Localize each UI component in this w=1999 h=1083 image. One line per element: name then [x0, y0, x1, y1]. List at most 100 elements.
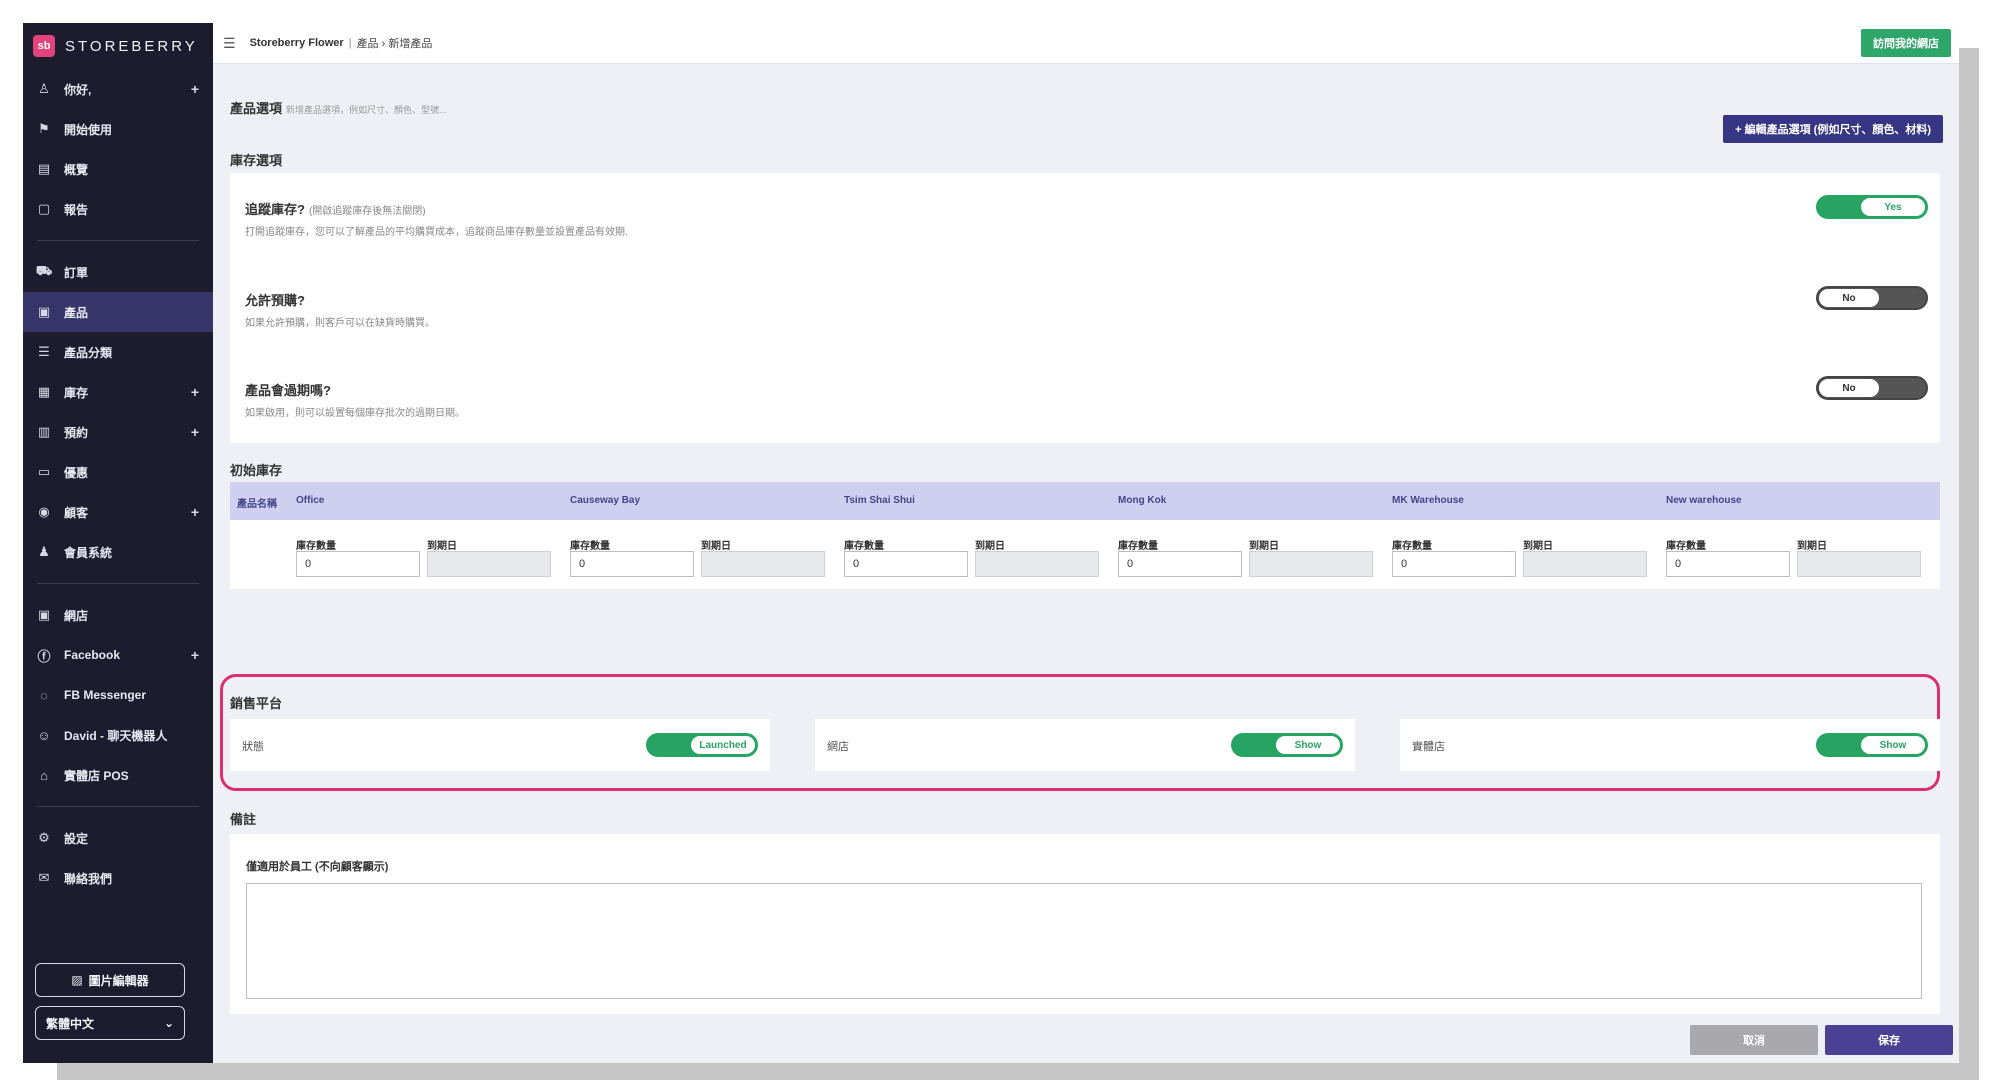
sidebar-item-pos[interactable]: ⌂ 實體店 POS — [23, 755, 213, 795]
image-editor-button[interactable]: ▨ 圖片編輯器 — [35, 963, 185, 997]
expiry-toggle[interactable]: No — [1816, 376, 1928, 400]
user-icon: ♙ — [38, 81, 50, 96]
platform-retail-store-toggle[interactable]: Show — [1816, 733, 1928, 757]
breadcrumb-separator: | — [348, 37, 352, 49]
stock-qty-input[interactable]: 0 — [1118, 551, 1242, 577]
cancel-button[interactable]: 取消 — [1690, 1025, 1818, 1055]
visit-store-button[interactable]: 訪問我的網店 — [1861, 29, 1951, 57]
sidebar-item-user[interactable]: ♙ 你好, + — [23, 69, 213, 109]
stock-qty-label: 庫存數量 — [1392, 541, 1432, 552]
sidebar-item-cart[interactable]: ⛟ 訂單 — [23, 252, 213, 292]
expiry-date-input[interactable] — [975, 551, 1099, 577]
stock-qty-label: 庫存數量 — [296, 541, 336, 552]
calendar-icon: ▥ — [37, 424, 51, 439]
stock-qty-input[interactable]: 0 — [570, 551, 694, 577]
sidebar-item-category[interactable]: ☰ 產品分類 — [23, 332, 213, 372]
preorder-title: 允許預購? — [245, 290, 305, 309]
sidebar-item-settings[interactable]: ⚙ 設定 — [23, 818, 213, 858]
sidebar-item-inventory[interactable]: ▦ 庫存 + — [23, 372, 213, 412]
image-icon: ▨ — [71, 973, 83, 987]
stock-table-header: 產品名稱 Office Causeway Bay Tsim Shai Shui Mon… — [230, 482, 1940, 520]
edit-product-options-button[interactable]: + 編輯產品選項 (例如尺寸、顏色、材料) — [1723, 115, 1943, 143]
product-options-title: 產品選項 新增產品選項，例如尺寸、顏色、型號... — [230, 98, 447, 117]
sidebar-item-label: 概覽 — [64, 162, 89, 177]
notes-title: 備註 — [230, 812, 257, 827]
platform-retail-store-label: 實體店 — [1412, 741, 1445, 753]
stock-qty-input[interactable]: 0 — [844, 551, 968, 577]
save-button[interactable]: 保存 — [1825, 1025, 1953, 1055]
sidebar-nav: ♙ 你好, + ⚑ 開始使用 ▤ 概覽 ▢ 報告 ⛟ 訂單 ▣ 產品 ☰ 產品分類 ▦ 庫存 + ▥ 預約 + ▭ 優惠 ◉ 顧… — [23, 69, 213, 898]
product-options-subtitle: 新增產品選項，例如尺寸、顏色、型號... — [286, 105, 447, 115]
sidebar-item-label: David - 聊天機器人 — [64, 728, 168, 743]
sidebar-item-label: 預約 — [64, 425, 89, 440]
report-icon: ▢ — [37, 201, 51, 216]
sidebar-item-label: 訂單 — [64, 265, 89, 280]
sidebar-item-label: Facebook — [64, 648, 121, 662]
expiry-desc: 如果啟用，則可以設置每個庫存批次的過期日期。 — [245, 408, 465, 419]
stock-qty-label: 庫存數量 — [844, 541, 884, 552]
expand-plus-icon[interactable]: + — [191, 384, 199, 400]
expand-plus-icon[interactable]: + — [191, 424, 199, 440]
sidebar-item-report[interactable]: ▢ 報告 — [23, 189, 213, 229]
expiry-date-input[interactable] — [1523, 551, 1647, 577]
member-icon: ♟ — [38, 544, 50, 559]
sidebar-item-contact[interactable]: ✉ 聯絡我們 — [23, 858, 213, 898]
sidebar-item-label: 你好, — [64, 82, 92, 97]
customer-icon: ◉ — [38, 504, 50, 519]
notes-textarea[interactable] — [246, 883, 1922, 999]
platform-status-toggle[interactable]: Launched — [646, 733, 758, 757]
expand-plus-icon[interactable]: + — [191, 81, 199, 97]
sidebar-item-coupon[interactable]: ▭ 優惠 — [23, 452, 213, 492]
platform-online-shop-toggle[interactable]: Show — [1231, 733, 1343, 757]
sidebar-item-member[interactable]: ♟ 會員系統 — [23, 532, 213, 572]
breadcrumb-store[interactable]: Storeberry Flower — [250, 37, 344, 49]
expiry-date-label: 到期日 — [975, 541, 1005, 552]
sidebar-item-calendar[interactable]: ▥ 預約 + — [23, 412, 213, 452]
storeberry-logo-icon: sb — [33, 35, 55, 57]
sidebar-item-chart[interactable]: ▤ 概覽 — [23, 149, 213, 189]
settings-icon: ⚙ — [38, 830, 50, 845]
sidebar-item-flag[interactable]: ⚑ 開始使用 — [23, 109, 213, 149]
stock-qty-label: 庫存數量 — [1118, 541, 1158, 552]
menu-collapse-icon[interactable]: ☰ — [223, 35, 236, 52]
stock-qty-input[interactable]: 0 — [1666, 551, 1790, 577]
sidebar-item-bot[interactable]: ☺ David - 聊天機器人 — [23, 715, 213, 755]
coupon-icon: ▭ — [37, 464, 51, 479]
sidebar-item-facebook[interactable]: ⓕ Facebook + — [23, 635, 213, 675]
sidebar-divider — [37, 240, 199, 241]
expiry-date-label: 到期日 — [1797, 541, 1827, 552]
language-select[interactable]: 繁體中文 ⌄ — [35, 1006, 185, 1040]
platform-status-value: Launched — [691, 736, 755, 754]
sidebar-item-shop[interactable]: ▣ 網店 — [23, 595, 213, 635]
stock-qty-input[interactable]: 0 — [296, 551, 420, 577]
brand[interactable]: sb STOREBERRY — [23, 23, 213, 69]
expiry-date-label: 到期日 — [1249, 541, 1279, 552]
stock-qty-input[interactable]: 0 — [1392, 551, 1516, 577]
platform-online-shop-label: 網店 — [827, 741, 849, 753]
sidebar-item-messenger[interactable]: ◌ FB Messenger — [23, 675, 213, 715]
expiry-date-input[interactable] — [1797, 551, 1921, 577]
facebook-icon: ⓕ — [37, 648, 51, 664]
expiry-date-input[interactable] — [1249, 551, 1373, 577]
sidebar-item-customer[interactable]: ◉ 顧客 + — [23, 492, 213, 532]
track-inventory-toggle[interactable]: Yes — [1816, 195, 1928, 219]
expiry-label: 產品會過期嗎? — [245, 383, 331, 398]
preorder-toggle[interactable]: No — [1816, 286, 1928, 310]
location-header: Causeway Bay — [570, 495, 641, 506]
inventory-options-title: 庫存選項 — [230, 153, 283, 168]
breadcrumb-path[interactable]: 產品 › 新增產品 — [357, 35, 433, 51]
sidebar-item-label: 設定 — [64, 831, 89, 846]
sidebar-item-label: 庫存 — [64, 385, 89, 400]
track-inventory-desc: 打開追蹤庫存，您可以了解產品的平均購買成本，追蹤商品庫存數量並設置產品有效期. — [245, 227, 628, 238]
expiry-date-input[interactable] — [701, 551, 825, 577]
sidebar-item-label: FB Messenger — [64, 688, 147, 702]
expand-plus-icon[interactable]: + — [191, 504, 199, 520]
sidebar-divider — [37, 806, 199, 807]
sidebar-item-product[interactable]: ▣ 產品 — [23, 292, 213, 332]
platform-status-label: 狀態 — [242, 741, 264, 753]
sidebar-item-label: 產品分類 — [64, 345, 113, 360]
expand-plus-icon[interactable]: + — [191, 647, 199, 663]
expiry-date-input[interactable] — [427, 551, 551, 577]
expiry-date-label: 到期日 — [1523, 541, 1553, 552]
flag-icon: ⚑ — [38, 121, 50, 136]
